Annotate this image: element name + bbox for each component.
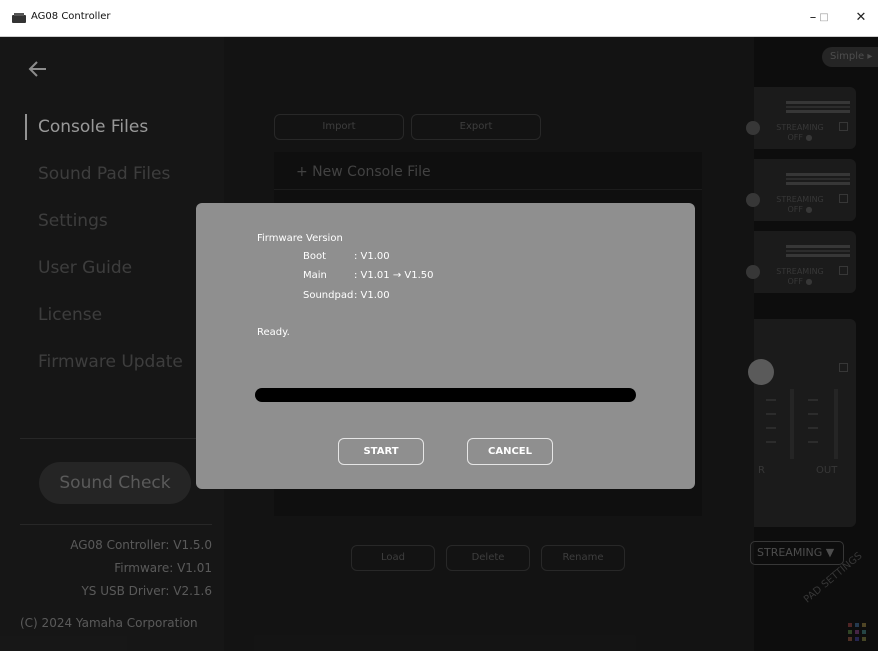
boot-label: Boot — [303, 251, 327, 262]
main-version: : V1.01 → V1.50 — [354, 270, 434, 281]
firmware-update-dialog: Firmware Version Boot : V1.00 Main : V1.… — [196, 203, 695, 489]
close-button[interactable]: ✕ — [846, 6, 876, 30]
boot-version: : V1.00 — [354, 251, 390, 262]
main-label: Main — [303, 270, 327, 281]
app-icon — [12, 13, 26, 23]
cancel-button[interactable]: CANCEL — [467, 438, 553, 465]
start-button[interactable]: START — [338, 438, 424, 465]
window-title: AG08 Controller — [31, 11, 111, 22]
maximize-button[interactable]: □ — [809, 6, 839, 30]
status-text: Ready. — [257, 327, 290, 338]
progress-bar — [255, 388, 636, 402]
soundpad-version: : V1.00 — [354, 290, 390, 301]
title-bar: AG08 Controller – □ ✕ — [0, 0, 878, 37]
soundpad-label: Soundpad — [303, 290, 354, 301]
firmware-version-label: Firmware Version — [257, 233, 343, 244]
